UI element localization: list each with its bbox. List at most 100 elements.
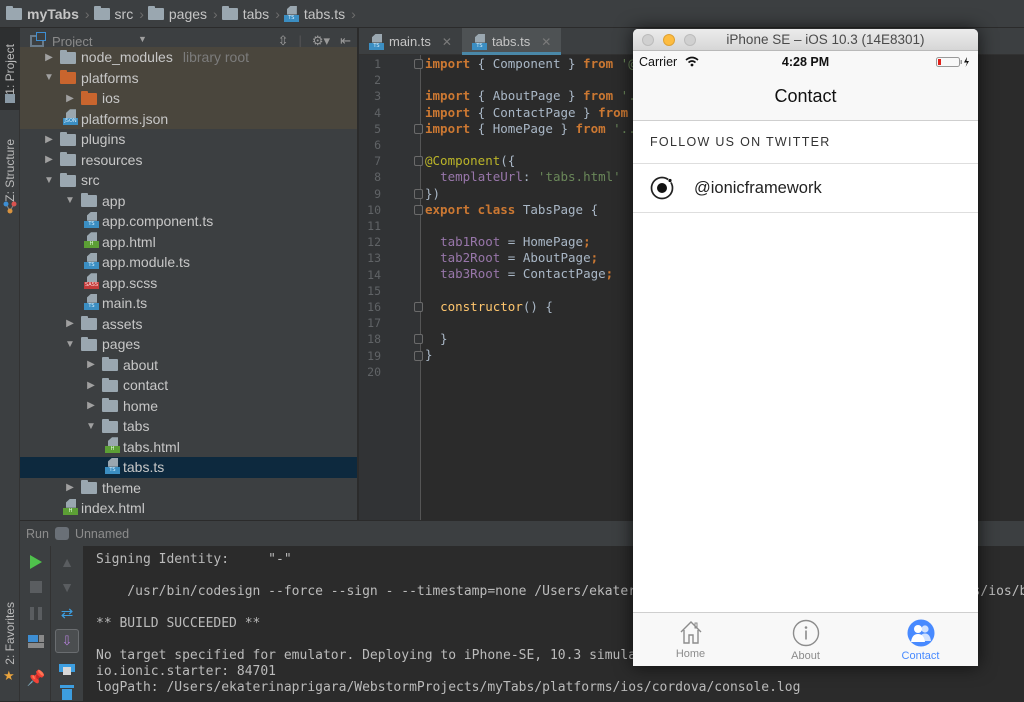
tree-item[interactable]: ▶ node_modules library root — [20, 47, 357, 68]
chevron-right-icon[interactable]: ▶ — [42, 52, 56, 63]
fold-marker-icon[interactable] — [414, 302, 423, 312]
tree-item-label: theme — [102, 479, 141, 496]
editor-tab-main-ts[interactable]: TS main.ts ✕ — [359, 28, 462, 55]
breadcrumb-item-src[interactable]: src — [93, 5, 133, 22]
layout-button[interactable] — [26, 632, 46, 652]
tree-item[interactable]: ▶ contact — [20, 375, 357, 396]
code-token: tab3Root — [440, 266, 501, 282]
line-number: 12 — [367, 235, 381, 250]
code-line: import { HomePage } from '.. — [425, 121, 635, 137]
clear-all-button[interactable] — [57, 682, 77, 702]
line-number: 9 — [374, 186, 381, 201]
chevron-right-icon[interactable]: ▶ — [42, 134, 56, 145]
editor-gutter: 1 2 3 4 5 6 7 8 9 10 11 12 13 14 15 16 17 18 19 20 — [359, 55, 423, 520]
trash-icon — [60, 685, 74, 700]
breadcrumb-item-mytabs[interactable]: myTabs — [6, 5, 79, 22]
chevron-down-icon[interactable]: ▼ — [42, 72, 56, 83]
breadcrumb-item-tabs-ts[interactable]: TS tabs.ts — [283, 5, 346, 22]
code-token: () { — [522, 298, 553, 314]
code-token: '. — [613, 88, 635, 104]
chevron-right-icon[interactable]: ▶ — [84, 380, 98, 391]
fold-marker-icon[interactable] — [414, 188, 423, 199]
tree-item[interactable]: Hindex.html — [20, 498, 357, 519]
tab-contact[interactable]: Contact — [863, 613, 978, 666]
tool-tab-favorites[interactable]: 2: Favorites — [0, 588, 20, 678]
pin-icon: 📌 — [26, 670, 46, 687]
nav-title: Contact — [633, 73, 978, 121]
pin-tab-button[interactable]: 📌 — [26, 668, 46, 688]
soft-wrap-button[interactable]: ⇄ — [57, 603, 77, 623]
tree-item[interactable]: ▶ ios — [20, 88, 357, 109]
console-line: io.ionic.starter: 84701 — [96, 664, 277, 679]
tree-item[interactable]: ▼ tabs — [20, 416, 357, 437]
fold-marker-icon[interactable] — [414, 204, 423, 215]
chevron-right-icon[interactable]: ▶ — [63, 318, 77, 329]
chevron-right-icon[interactable]: ▶ — [63, 93, 77, 104]
tree-item[interactable]: TS main.ts — [20, 293, 357, 314]
tree-item[interactable]: SASS app.scss — [20, 273, 357, 294]
tree-item[interactable]: TS app.module.ts — [20, 252, 357, 273]
editor-tab-tabs-ts[interactable]: TS tabs.ts ✕ — [461, 28, 562, 55]
scroll-to-end-button[interactable]: ⇩ — [55, 629, 79, 653]
tree-item[interactable]: ▼ platforms — [20, 67, 357, 88]
folder-icon — [60, 131, 76, 149]
fold-marker-icon[interactable] — [414, 334, 423, 345]
down-button[interactable]: ▼ — [57, 577, 77, 597]
chevron-right-icon[interactable]: ▶ — [84, 359, 98, 370]
chevron-right-icon[interactable]: ▶ — [42, 154, 56, 165]
ts-file-icon: TS — [84, 294, 99, 313]
fold-marker-icon[interactable] — [414, 59, 423, 69]
code-token: import — [425, 104, 471, 120]
tab-about[interactable]: About — [748, 613, 863, 666]
fold-marker-icon[interactable] — [414, 350, 423, 361]
close-window-button[interactable] — [642, 34, 654, 46]
folder-icon — [81, 336, 97, 354]
folder-icon — [221, 5, 238, 20]
tab-label: main.ts — [389, 34, 431, 49]
rerun-button[interactable] — [26, 552, 46, 572]
code-editor[interactable]: import { Component } from '@ import { Abo… — [425, 56, 635, 520]
tree-item[interactable]: ▼ src — [20, 170, 357, 191]
tree-item[interactable]: Htabs.html — [20, 437, 357, 458]
breadcrumb-item-tabs[interactable]: tabs — [221, 5, 269, 22]
tree-item[interactable]: ▶ resources — [20, 150, 357, 171]
minimize-window-button[interactable] — [663, 34, 675, 46]
breadcrumb-label: tabs.ts — [303, 5, 346, 22]
tree-item[interactable]: JSON platforms.json — [20, 108, 357, 129]
close-icon[interactable]: ✕ — [442, 35, 452, 49]
code-token: } — [425, 347, 433, 363]
fold-marker-icon[interactable] — [414, 123, 423, 134]
chevron-down-icon[interactable]: ▼ — [138, 34, 147, 44]
tree-item[interactable]: TS app.component.ts — [20, 211, 357, 232]
folder-icon — [60, 49, 76, 67]
print-button[interactable] — [57, 658, 77, 678]
tree-item[interactable]: Happ.html — [20, 232, 357, 253]
code-token: ; — [583, 234, 591, 250]
stop-button[interactable] — [26, 577, 46, 597]
up-button[interactable]: ▲ — [57, 552, 77, 572]
chevron-down-icon[interactable]: ▼ — [84, 421, 98, 432]
chevron-right-icon[interactable]: ▶ — [84, 400, 98, 411]
chevron-down-icon[interactable]: ▼ — [63, 195, 77, 206]
tree-item[interactable]: ▶ plugins — [20, 129, 357, 150]
zoom-window-button[interactable] — [684, 34, 696, 46]
close-icon[interactable]: ✕ — [541, 35, 551, 49]
tree-item[interactable]: ▶ home — [20, 396, 357, 417]
fold-marker-icon[interactable] — [414, 156, 423, 167]
tab-home[interactable]: Home — [633, 613, 748, 666]
tree-item[interactable]: ▶ about — [20, 355, 357, 376]
tree-item[interactable]: ▶ assets — [20, 314, 357, 335]
list-item-twitter[interactable]: @ionicframework — [633, 164, 978, 213]
run-config-name[interactable]: Unnamed — [75, 527, 129, 541]
tree-item-label: ios — [102, 90, 120, 107]
pause-button[interactable] — [26, 603, 46, 623]
tree-item[interactable]: ▶ theme — [20, 478, 357, 499]
tree-item-label: app.scss — [102, 274, 158, 291]
chevron-down-icon[interactable]: ▼ — [63, 339, 77, 350]
tree-item[interactable]: ▼ app — [20, 191, 357, 212]
breadcrumb-item-pages[interactable]: pages — [147, 5, 207, 22]
chevron-right-icon[interactable]: ▶ — [63, 482, 77, 493]
chevron-down-icon[interactable]: ▼ — [42, 175, 56, 186]
tree-item[interactable]: ▼ pages — [20, 334, 357, 355]
tree-item[interactable]: TS tabs.ts — [20, 457, 357, 478]
